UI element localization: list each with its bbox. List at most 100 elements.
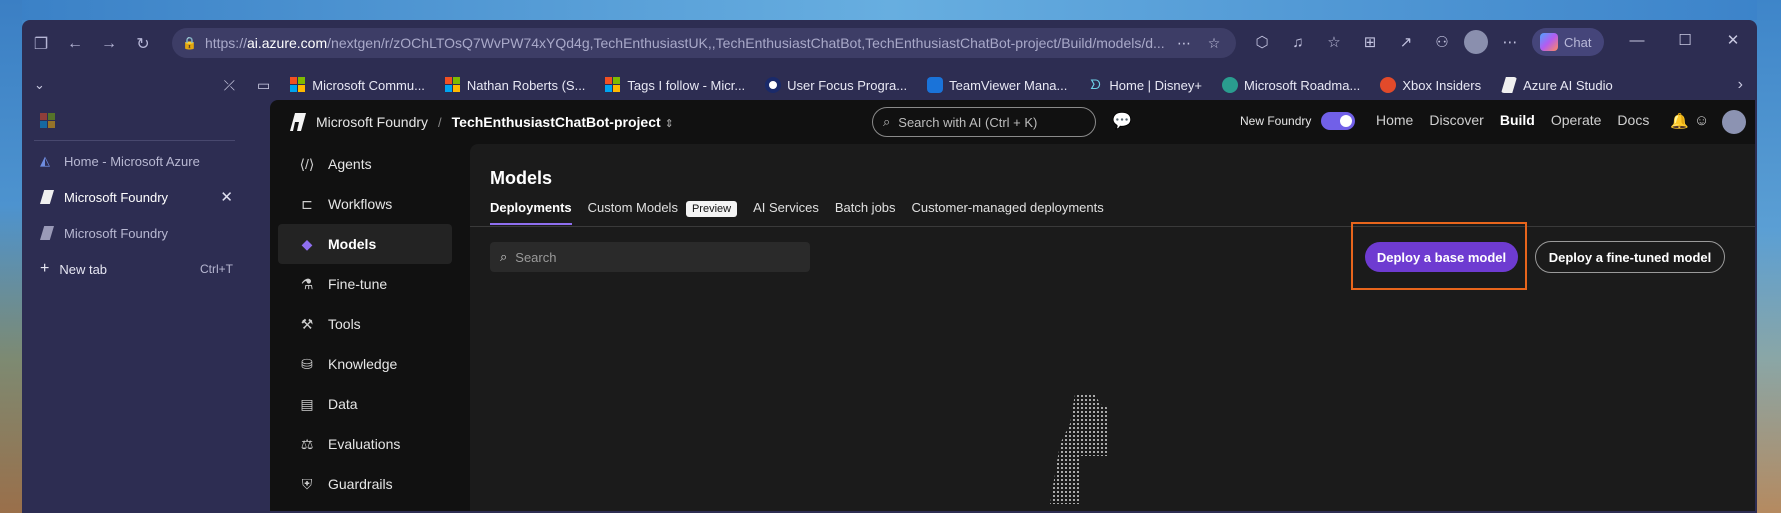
nav-operate[interactable]: Operate — [1551, 112, 1602, 128]
favorite-item[interactable]: Nathan Roberts (S... — [435, 77, 596, 93]
more-options-icon[interactable]: ⋯ — [1496, 28, 1524, 56]
chevron-right-icon[interactable]: › — [1738, 76, 1743, 94]
refresh-icon[interactable]: ↻ — [126, 28, 160, 60]
feedback-smiley-icon[interactable]: ☺ — [1694, 112, 1709, 129]
empty-state-illustration — [1050, 394, 1108, 504]
minimize-icon[interactable]: — — [1613, 24, 1661, 56]
project-selector[interactable]: TechEnthusiastChatBot-project ⇕ — [452, 114, 674, 130]
new-foundry-label: New Foundry — [1240, 114, 1312, 128]
nav-docs[interactable]: Docs — [1617, 112, 1649, 128]
workspace-row[interactable] — [28, 102, 241, 138]
vertical-tab[interactable]: Microsoft Foundry — [28, 215, 241, 251]
leftnav-guardrails[interactable]: ⛨ Guardrails — [278, 464, 452, 504]
close-tab-icon[interactable]: ✕ — [220, 188, 233, 206]
leftnav-data[interactable]: ▤ Data — [278, 384, 452, 424]
tab-deployments[interactable]: Deployments — [490, 200, 572, 225]
leftnav-label: Tools — [328, 316, 361, 332]
search-placeholder: Search with AI (Ctrl + K) — [898, 114, 1038, 130]
models-tabs: Deployments Custom Models Preview AI Ser… — [490, 200, 1104, 225]
bell-icon[interactable]: 🔔 — [1670, 112, 1689, 130]
vertical-tab[interactable]: ◭ Home - Microsoft Azure — [28, 143, 241, 179]
deploy-base-model-button[interactable]: Deploy a base model — [1365, 242, 1518, 272]
preview-badge: Preview — [685, 200, 738, 217]
browser-window: ❐ ← → ↻ 🔒 https://ai.azure.com/nextgen/r… — [22, 20, 1757, 513]
favorite-label: Home | Disney+ — [1109, 77, 1202, 93]
vertical-tab-active[interactable]: Microsoft Foundry ✕ — [28, 179, 241, 215]
favorite-item[interactable]: User Focus Progra... — [755, 77, 917, 93]
maximize-icon[interactable]: ☐ — [1661, 24, 1709, 56]
more-page-info-icon[interactable]: ⋯ — [1172, 32, 1196, 54]
extensions-icon[interactable]: ⬡ — [1248, 28, 1276, 56]
divider — [34, 140, 235, 141]
header-search-input[interactable]: ⌕ Search with AI (Ctrl + K) — [872, 107, 1096, 137]
new-foundry-toggle[interactable] — [1321, 112, 1356, 130]
favorite-label: Nathan Roberts (S... — [466, 77, 586, 93]
leftnav-tools[interactable]: ⚒ Tools — [278, 304, 452, 344]
leftnav-fine-tune[interactable]: ⚗ Fine-tune — [278, 264, 452, 304]
microsoft-logo-icon — [40, 112, 55, 128]
favorite-star-icon[interactable]: ☆ — [1202, 32, 1226, 54]
brand-name[interactable]: Microsoft Foundry — [316, 114, 428, 130]
profile-avatar[interactable] — [1464, 30, 1488, 54]
tab-label: Microsoft Foundry — [64, 189, 169, 205]
media-icon[interactable]: ♫ — [1284, 28, 1312, 56]
favorite-item[interactable]: ᗤ Home | Disney+ — [1077, 77, 1212, 93]
nav-home[interactable]: Home — [1376, 112, 1413, 128]
favorite-label: Azure AI Studio — [1523, 77, 1613, 93]
tab-customer-managed-deployments[interactable]: Customer-managed deployments — [912, 200, 1104, 225]
leftnav-label: Agents — [328, 156, 372, 172]
teamviewer-icon — [927, 77, 944, 93]
tab-batch-jobs[interactable]: Batch jobs — [835, 200, 896, 225]
leftnav-evaluations[interactable]: ⚖ Evaluations — [278, 424, 452, 464]
user-focus-icon — [765, 77, 782, 93]
back-icon[interactable]: ← — [58, 28, 92, 60]
tab-ai-services[interactable]: AI Services — [753, 200, 819, 225]
microsoft-logo-icon — [444, 77, 461, 93]
favorites-bar: ▭ Microsoft Commu... Nathan Roberts (S..… — [247, 68, 1757, 102]
roadmap-icon — [1221, 77, 1238, 93]
ai-chat-icon[interactable]: 💬 — [1112, 111, 1132, 131]
performance-icon[interactable]: ⚇ — [1428, 28, 1456, 56]
pin-off-icon[interactable]: ⤫ — [224, 77, 235, 94]
azure-ai-icon — [1501, 77, 1518, 93]
forward-icon[interactable]: → — [92, 28, 126, 60]
leftnav-knowledge[interactable]: ⛁ Knowledge — [278, 344, 452, 384]
favorite-label: Microsoft Commu... — [312, 77, 425, 93]
nav-discover[interactable]: Discover — [1429, 112, 1483, 128]
leftnav-label: Fine-tune — [328, 276, 388, 292]
chat-label: Chat — [1564, 34, 1592, 50]
leftnav-label: Guardrails — [328, 476, 393, 492]
tab-actions-icon[interactable]: ❐ — [24, 28, 58, 60]
copilot-chat-button[interactable]: Chat — [1532, 28, 1604, 56]
new-tab-shortcut: Ctrl+T — [200, 262, 233, 276]
nav-build[interactable]: Build — [1500, 112, 1535, 128]
leftnav-agents[interactable]: ⟨/⟩ Agents — [278, 144, 452, 184]
collapse-chevron-icon[interactable]: ⌄ — [34, 77, 45, 93]
favorite-item[interactable]: Microsoft Commu... — [280, 77, 435, 93]
browser-toolbar: ❐ ← → ↻ 🔒 https://ai.azure.com/nextgen/r… — [22, 20, 1757, 68]
favorites-icon[interactable]: ☆ — [1320, 28, 1348, 56]
deploy-fine-tuned-model-button[interactable]: Deploy a fine-tuned model — [1535, 241, 1725, 273]
address-bar[interactable]: 🔒 https://ai.azure.com/nextgen/r/zOChLTO… — [172, 28, 1236, 58]
tab-custom-models[interactable]: Custom Models — [588, 200, 678, 225]
collections-icon[interactable]: ⊞ — [1356, 28, 1384, 56]
foundry-icon — [40, 226, 54, 240]
favorite-item[interactable]: Azure AI Studio — [1491, 77, 1623, 93]
favorite-item[interactable]: TeamViewer Mana... — [917, 77, 1077, 93]
share-icon[interactable]: ↗ — [1392, 28, 1420, 56]
leftnav-workflows[interactable]: ⊏ Workflows — [278, 184, 452, 224]
close-window-icon[interactable]: ✕ — [1709, 24, 1757, 56]
favorite-item[interactable]: Tags I follow - Micr... — [595, 77, 755, 93]
flask-icon: ⚗ — [300, 275, 314, 292]
microsoft-logo-icon — [605, 77, 621, 93]
microsoft-logo-icon — [290, 77, 306, 93]
split-screen-icon[interactable]: ▭ — [247, 77, 280, 94]
deployments-search-input[interactable]: ⌕ Search — [490, 242, 810, 272]
new-tab-button[interactable]: + New tab Ctrl+T — [28, 251, 241, 287]
leftnav-models[interactable]: ◆ Models — [278, 224, 452, 264]
agents-icon: ⟨/⟩ — [299, 155, 315, 172]
page-header: Microsoft Foundry / TechEnthusiastChatBo… — [270, 100, 1755, 144]
favorite-item[interactable]: Xbox Insiders — [1370, 77, 1491, 93]
user-avatar[interactable] — [1722, 110, 1746, 134]
favorite-item[interactable]: Microsoft Roadma... — [1212, 77, 1370, 93]
